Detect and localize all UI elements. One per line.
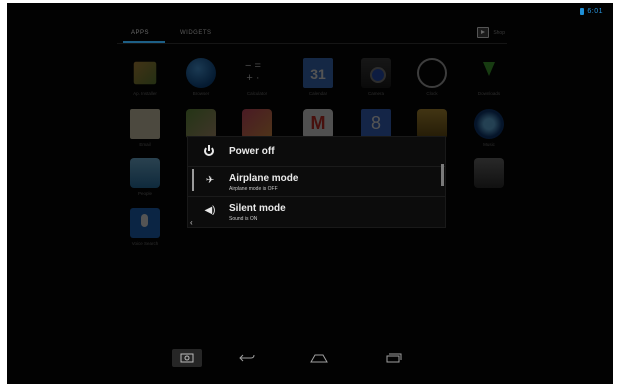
silent-mode-item[interactable]: ◀) Silent mode Sound is ON bbox=[188, 197, 445, 225]
calculator-icon bbox=[242, 58, 272, 88]
microphone-icon bbox=[130, 208, 160, 238]
store-label: Shop bbox=[493, 29, 505, 36]
app-label: Downloads bbox=[477, 91, 501, 96]
focus-indicator bbox=[192, 169, 194, 191]
airplane-mode-item[interactable]: ✈ Airplane mode Airplane mode is OFF bbox=[188, 167, 445, 195]
power-icon bbox=[204, 145, 216, 158]
back-button[interactable] bbox=[232, 349, 262, 367]
app-icon-email[interactable]: Email bbox=[115, 109, 175, 153]
people-icon bbox=[130, 158, 160, 188]
chevron-left-icon: ‹ bbox=[190, 218, 193, 227]
app-label: Browser bbox=[192, 91, 210, 96]
home-button[interactable] bbox=[304, 349, 334, 367]
app-label: Calculator bbox=[246, 91, 268, 96]
app-icon-voice-search[interactable]: Voice Search bbox=[115, 208, 175, 252]
app-icon-clock[interactable]: Clock bbox=[402, 58, 462, 102]
app-label: People bbox=[137, 191, 152, 196]
app-icon-installer[interactable]: Ap. Installer bbox=[115, 58, 175, 102]
speaker-icon: ◀) bbox=[204, 205, 216, 216]
play-store-icon bbox=[477, 27, 490, 38]
recent-apps-button[interactable] bbox=[379, 349, 409, 367]
camera-icon bbox=[361, 58, 391, 88]
back-icon bbox=[239, 354, 255, 362]
airplane-icon: ✈ bbox=[205, 175, 215, 186]
silent-mode-status: Sound is ON bbox=[229, 216, 258, 222]
app-icon-people[interactable]: People bbox=[115, 158, 175, 202]
globe-icon bbox=[186, 58, 216, 88]
app-label: Camera bbox=[367, 91, 384, 96]
power-off-label: Power off bbox=[229, 146, 275, 157]
download-icon bbox=[474, 58, 504, 88]
app-icon-studio[interactable] bbox=[459, 158, 519, 202]
tab-apps[interactable]: APPS bbox=[131, 30, 149, 36]
android-screen: 6:01 APPS WIDGETS Shop Ap. Installer Bro… bbox=[7, 3, 613, 384]
app-icon-camera[interactable]: Camera bbox=[346, 58, 406, 102]
app-icon-music[interactable]: Music bbox=[459, 109, 519, 153]
recent-apps-icon bbox=[386, 353, 402, 363]
app-icon-downloads[interactable]: Downloads bbox=[459, 58, 519, 102]
app-label: Voice Search bbox=[131, 241, 159, 246]
gmail-icon bbox=[303, 109, 333, 139]
package-icon bbox=[133, 61, 157, 85]
app-icon-calendar[interactable]: Calendar bbox=[288, 58, 348, 102]
app-label: Clock bbox=[426, 91, 438, 96]
airplane-mode-status: Airplane mode is OFF bbox=[229, 186, 278, 192]
calendar-icon bbox=[303, 58, 333, 88]
google-search-icon bbox=[361, 109, 391, 139]
screenshot-icon bbox=[180, 353, 194, 363]
silent-mode-label: Silent mode bbox=[229, 203, 286, 214]
home-icon bbox=[310, 354, 328, 363]
navigation-bar bbox=[7, 349, 613, 369]
airplane-mode-label: Airplane mode bbox=[229, 173, 299, 184]
clapperboard-icon bbox=[474, 158, 504, 188]
tabs-divider bbox=[117, 43, 507, 44]
movie-studio-icon bbox=[242, 109, 272, 139]
app-label: Music bbox=[483, 142, 495, 147]
status-bar: 6:01 bbox=[580, 6, 603, 16]
power-off-item[interactable]: Power off bbox=[188, 138, 445, 166]
gallery-icon bbox=[186, 109, 216, 139]
status-time: 6:01 bbox=[587, 7, 603, 15]
clock-icon bbox=[417, 58, 447, 88]
dialog-scrollbar[interactable] bbox=[441, 164, 444, 186]
app-icon-browser[interactable]: Browser bbox=[171, 58, 231, 102]
app-drawer-tabs: APPS WIDGETS Shop bbox=[117, 27, 507, 44]
tab-widgets[interactable]: WIDGETS bbox=[180, 30, 212, 36]
screenshot-button[interactable] bbox=[172, 349, 202, 367]
clapperboard-icon bbox=[417, 109, 447, 139]
music-icon bbox=[474, 109, 504, 139]
battery-icon bbox=[580, 7, 585, 15]
app-label: Email bbox=[139, 142, 151, 147]
app-label: Ap. Installer bbox=[133, 91, 157, 96]
email-icon bbox=[130, 109, 160, 139]
power-options-dialog: Power off ✈ Airplane mode Airplane mode … bbox=[187, 136, 446, 228]
store-button[interactable]: Shop bbox=[477, 27, 505, 38]
app-icon-calculator[interactable]: Calculator bbox=[227, 58, 287, 102]
app-label: Calendar bbox=[308, 91, 328, 96]
